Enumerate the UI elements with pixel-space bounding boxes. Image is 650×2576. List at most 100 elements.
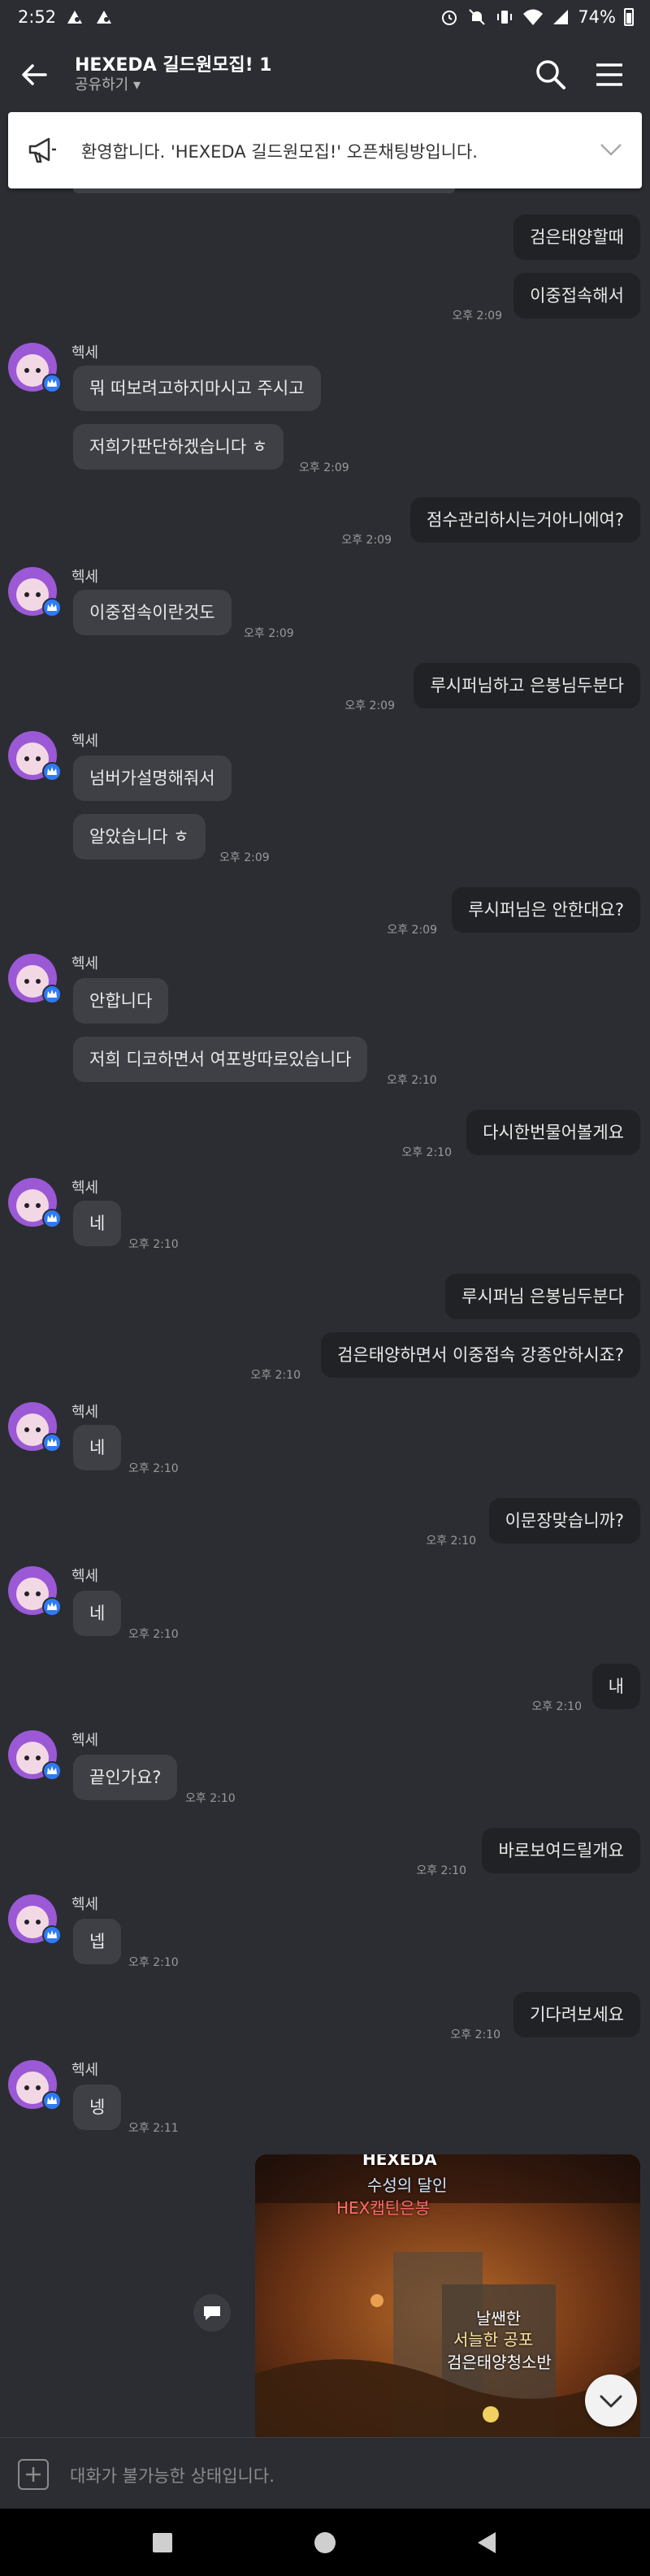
- profile-avatar[interactable]: [8, 1401, 62, 1454]
- back-icon[interactable]: [474, 2530, 500, 2556]
- image-message[interactable]: HEXEDA 수성의 달인 HEX캡틴은봉 날쌘한 서늘한 공포 검은태양청소반: [255, 2154, 640, 2437]
- message-timestamp: 오후 2:10: [128, 1238, 179, 1251]
- photo-caption: 날쌘한: [476, 2309, 522, 2328]
- message-input[interactable]: 대화가 불가능한 상태입니다.: [70, 2463, 275, 2487]
- message-timestamp: 오후 2:10: [426, 1535, 476, 1548]
- back-arrow-icon[interactable]: [18, 58, 50, 91]
- their-message-bubble[interactable]: 네: [73, 1425, 122, 1470]
- sender-name: 헥세: [72, 1896, 99, 1913]
- chat-header: HEXEDA 길드원모집! 1 공유하기 ▾: [0, 37, 650, 112]
- mute-icon: [469, 9, 486, 25]
- message-timestamp: 오후 2:10: [185, 1792, 236, 1805]
- notification-app-icon: [67, 11, 82, 24]
- profile-avatar[interactable]: [8, 2059, 62, 2112]
- profile-avatar[interactable]: [8, 1893, 62, 1946]
- message-timestamp: 오후 2:10: [450, 2028, 500, 2041]
- photo-caption: 검은태양청소반: [447, 2353, 552, 2372]
- sender-name: 헥세: [72, 344, 99, 362]
- my-message-bubble[interactable]: 검은태양할때: [514, 214, 640, 260]
- scroll-to-bottom-button[interactable]: [585, 2375, 637, 2427]
- my-message-bubble[interactable]: 다시한번물어볼게요: [466, 1110, 640, 1155]
- their-message-bubble[interactable]: 네: [73, 1201, 122, 1246]
- their-message-bubble[interactable]: 넹: [73, 2085, 122, 2130]
- speech-bubble-icon: [204, 2306, 220, 2320]
- status-bar: 2:52 74%: [0, 0, 650, 37]
- message-input-bar: 대화가 불가능한 상태입니다.: [0, 2437, 650, 2509]
- photo-caption: 수성의 달인: [367, 2176, 448, 2195]
- my-message-bubble[interactable]: 루시퍼님 은봉님두분다: [445, 1274, 640, 1319]
- sender-name: 헥세: [72, 955, 99, 972]
- menu-icon[interactable]: [592, 58, 627, 91]
- profile-avatar[interactable]: [8, 1565, 62, 1618]
- message-timestamp: 오후 2:09: [244, 627, 294, 640]
- their-message-bubble[interactable]: 넵: [73, 1919, 122, 1964]
- profile-avatar[interactable]: [8, 730, 62, 783]
- message-timestamp: 오후 2:11: [128, 2122, 179, 2135]
- message-timestamp: 오후 2:09: [341, 534, 392, 547]
- message-timestamp: 오후 2:10: [416, 1864, 466, 1877]
- alarm-icon: [442, 11, 457, 25]
- vibrate-icon: [497, 11, 513, 24]
- their-message-bubble[interactable]: 뭐 떠보려고하지마시고 주시고: [73, 366, 321, 411]
- sender-name: 헥세: [72, 2062, 99, 2079]
- message-timestamp: 오후 2:09: [387, 924, 437, 937]
- message-timestamp: 오후 2:10: [387, 1074, 437, 1087]
- photo-caption: 서늘한 공포: [453, 2330, 534, 2349]
- profile-avatar[interactable]: [8, 565, 62, 619]
- chat-message-list[interactable]: 검은태양할때 이중접속해서 오후 2:09 헥세 뭐 떠보려고하지마시고 주시고…: [0, 188, 650, 2437]
- profile-avatar[interactable]: [8, 1729, 62, 1782]
- notice-banner[interactable]: 환영합니다. 'HEXEDA 길드원모집!' 오픈채팅방입니다.: [8, 112, 642, 188]
- my-message-bubble[interactable]: 점수관리하시는거아니에여?: [410, 497, 640, 543]
- reply-button[interactable]: [193, 2294, 231, 2331]
- notice-text: 환영합니다. 'HEXEDA 길드원모집!' 오픈채팅방입니다.: [81, 142, 478, 162]
- profile-avatar[interactable]: [8, 1176, 62, 1230]
- my-message-bubble[interactable]: 이중접속해서: [514, 273, 640, 318]
- battery-percent: 74%: [578, 7, 616, 27]
- their-message-bubble[interactable]: 네: [73, 1591, 122, 1636]
- game-screenshot-image: [255, 2154, 640, 2437]
- their-message-bubble[interactable]: 저희가판단하겠습니다 ㅎ: [73, 424, 284, 470]
- their-message-bubble[interactable]: 알았습니다 ㅎ: [73, 814, 206, 859]
- my-message-bubble[interactable]: 이문장맞습니까?: [488, 1498, 640, 1543]
- home-icon[interactable]: [312, 2530, 338, 2556]
- profile-avatar[interactable]: [8, 341, 62, 395]
- message-timestamp: 오후 2:10: [128, 1956, 179, 1969]
- signal-icon: [553, 10, 569, 24]
- chevron-down-icon[interactable]: [600, 141, 622, 158]
- share-dropdown[interactable]: 공유하기 ▾: [75, 73, 141, 94]
- their-message-bubble[interactable]: 넘버가설명해줘서: [73, 755, 232, 801]
- my-message-bubble[interactable]: 루시퍼님하고 은봉님두분다: [414, 663, 640, 708]
- sender-name: 헥세: [72, 733, 99, 750]
- message-timestamp: 오후 2:10: [531, 1700, 582, 1713]
- my-message-bubble[interactable]: 내: [592, 1664, 640, 1709]
- message-timestamp: 오후 2:10: [250, 1369, 301, 1382]
- search-icon[interactable]: [533, 57, 569, 93]
- profile-avatar[interactable]: [8, 952, 62, 1006]
- sender-name: 헥세: [72, 1404, 99, 1421]
- my-message-bubble[interactable]: 루시퍼님은 안한대요?: [452, 887, 640, 933]
- message-timestamp: 오후 2:09: [344, 699, 395, 712]
- their-message-bubble[interactable]: 저희 디코하면서 여포방따로있습니다: [73, 1037, 368, 1082]
- my-message-bubble[interactable]: 기다려보세요: [514, 1992, 640, 2037]
- their-message-bubble[interactable]: 끝인가요?: [73, 1755, 178, 1800]
- their-message-bubble[interactable]: 이중접속이란것도: [73, 590, 232, 635]
- recent-apps-icon[interactable]: [150, 2530, 176, 2556]
- add-attachment-button[interactable]: [18, 2459, 49, 2490]
- message-timestamp: 오후 2:10: [401, 1146, 452, 1159]
- sender-name: 헥세: [72, 1732, 99, 1749]
- megaphone-icon: [28, 137, 56, 163]
- my-message-bubble[interactable]: 바로보여드릴개요: [482, 1828, 640, 1873]
- plus-icon: [26, 2467, 41, 2482]
- their-message-bubble[interactable]: 안합니다: [73, 978, 169, 1024]
- wifi-icon: [523, 9, 544, 25]
- chevron-down-icon: [600, 2395, 622, 2408]
- battery-icon: [624, 8, 634, 26]
- notification-app-icon: [97, 11, 111, 24]
- photo-caption: HEX캡틴은봉: [336, 2198, 430, 2218]
- message-timestamp: 오후 2:09: [219, 851, 270, 864]
- sender-name: 헥세: [72, 569, 99, 586]
- system-navigation-bar: [0, 2509, 650, 2576]
- my-message-bubble[interactable]: 검은태양하면서 이중접속 강종안하시죠?: [321, 1332, 640, 1378]
- sender-name: 헥세: [72, 1180, 99, 1197]
- message-timestamp: 오후 2:09: [299, 461, 349, 474]
